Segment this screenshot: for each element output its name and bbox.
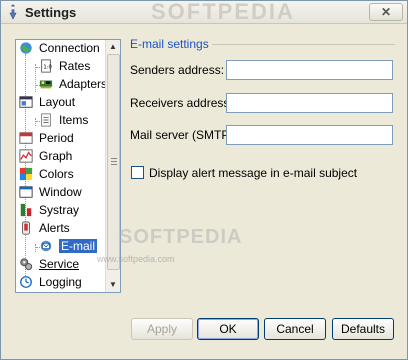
tree-item-colors[interactable]: Colors (18, 166, 74, 183)
mail-server-input[interactable] (226, 125, 393, 145)
tree-item-service[interactable]: Service (18, 256, 79, 273)
scroll-up-arrow-icon[interactable]: ▲ (106, 40, 120, 54)
defaults-button[interactable]: Defaults (332, 318, 394, 340)
email-settings-group: E-mail settings Senders address: Receive… (129, 37, 397, 193)
calendar-icon (19, 132, 33, 144)
softpedia-url-overlay: www.softpedia.com (97, 254, 175, 264)
close-button[interactable]: ✕ (369, 3, 403, 21)
tree-item-adapters[interactable]: Adapters (38, 76, 107, 93)
logging-icon (20, 275, 32, 288)
tree-item-rates[interactable]: 1:0 Rates (38, 58, 90, 75)
group-title: E-mail settings (130, 37, 212, 51)
service-icon (20, 258, 33, 270)
receivers-label: Receivers address: (130, 96, 233, 110)
tree-item-alerts[interactable]: Alerts (18, 220, 70, 237)
app-icon (9, 4, 17, 20)
systray-icon (20, 203, 32, 216)
senders-address-input[interactable] (226, 60, 393, 80)
tree-item-connection[interactable]: Connection (18, 40, 100, 57)
window-title: Settings (25, 5, 77, 20)
title-bar[interactable]: Settings SOFTPEDIA ✕ (1, 0, 407, 24)
tree-item-email[interactable]: E-mail (38, 238, 98, 255)
softpedia-overlay: SOFTPEDIA (119, 226, 243, 248)
alert-subject-label[interactable]: Display alert message in e-mail subject (149, 166, 357, 180)
email-icon (40, 240, 52, 252)
settings-window: Settings SOFTPEDIA ✕ Connection 1:0 Rates… (0, 0, 408, 360)
mail-server-label: Mail server (SMTP): (130, 128, 237, 142)
svg-text:1:0: 1:0 (43, 64, 51, 70)
ok-button[interactable]: OK (197, 318, 259, 340)
softpedia-watermark: SOFTPEDIA (151, 0, 295, 24)
layout-icon (19, 96, 33, 108)
alert-icon (22, 221, 30, 235)
graph-icon (19, 149, 33, 163)
tree-item-graph[interactable]: Graph (18, 148, 72, 165)
tree-item-systray[interactable]: Systray (18, 202, 79, 219)
tree-item-window[interactable]: Window (18, 184, 82, 201)
senders-label: Senders address: (130, 63, 225, 77)
palette-icon (19, 167, 33, 180)
tree-item-items[interactable]: Items (38, 112, 88, 129)
tree-item-layout[interactable]: Layout (18, 94, 75, 111)
group-divider (203, 44, 395, 45)
document-icon: 1:0 (41, 59, 52, 73)
tree-item-logging[interactable]: Logging (18, 274, 82, 291)
list-icon (41, 113, 51, 127)
globe-icon (20, 42, 32, 54)
cancel-button[interactable]: Cancel (264, 318, 326, 340)
tree-item-period[interactable]: Period (18, 130, 74, 147)
apply-button[interactable]: Apply (131, 318, 193, 340)
window-icon (19, 186, 33, 198)
scroll-down-arrow-icon[interactable]: ▼ (106, 278, 120, 292)
network-card-icon (39, 80, 53, 89)
receivers-address-input[interactable] (226, 93, 393, 113)
alert-subject-checkbox[interactable] (131, 166, 144, 179)
